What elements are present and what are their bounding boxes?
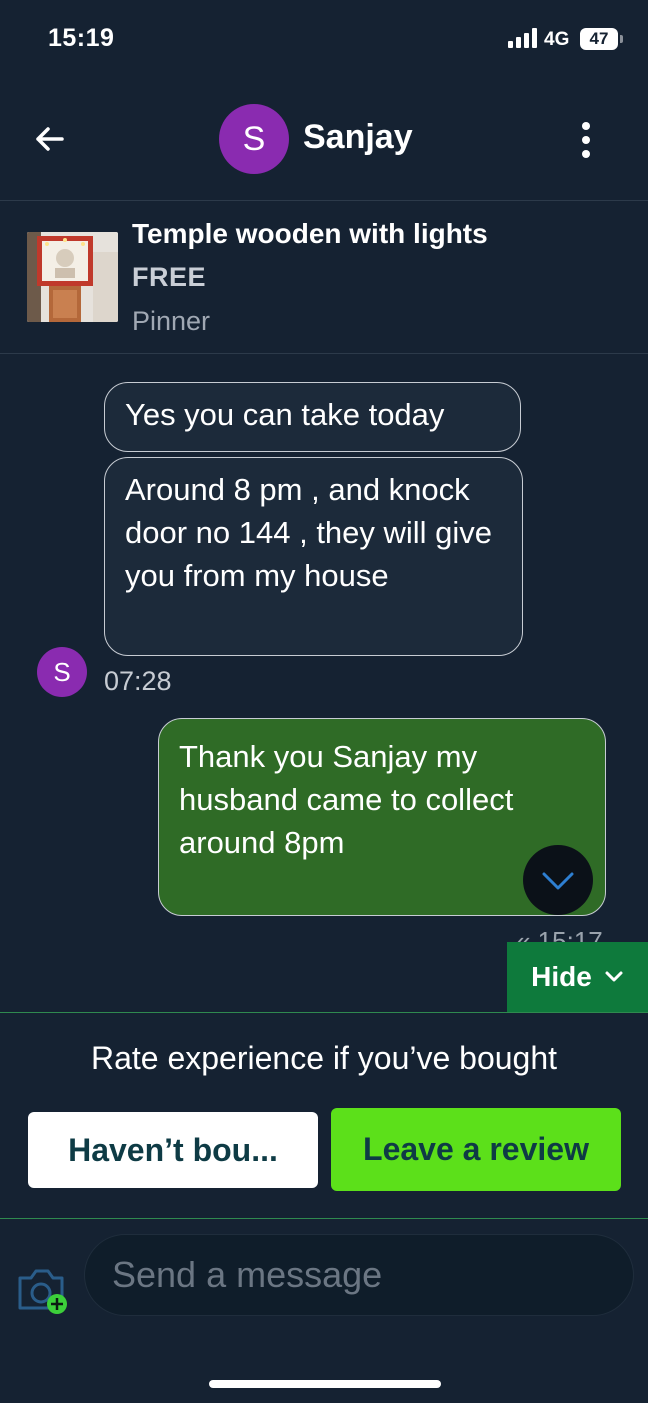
rate-experience-prompt: Rate experience if you’ve bought: [90, 1040, 558, 1076]
listing-divider: [0, 353, 648, 354]
status-time: 15:19: [48, 24, 115, 52]
camera-icon: [18, 1269, 67, 1314]
header-divider: [0, 200, 648, 201]
chevron-down-icon: [542, 872, 574, 890]
more-options-button[interactable]: [572, 120, 600, 160]
contact-avatar[interactable]: S: [219, 104, 289, 174]
hide-label: Hide: [531, 961, 592, 992]
listing-image: [27, 232, 118, 322]
battery-icon: 47: [580, 28, 618, 50]
review-panel-top-border: [0, 1012, 648, 1013]
message-bubble-incoming[interactable]: Yes you can take today: [104, 382, 521, 452]
arrow-left-icon: [36, 127, 64, 151]
message-input[interactable]: [84, 1234, 634, 1316]
listing-title[interactable]: Temple wooden with lights: [132, 218, 488, 250]
message-bubble-incoming[interactable]: Around 8 pm , and knock door no 144 , th…: [104, 457, 523, 656]
signal-icon: [508, 28, 538, 48]
battery-tip: [620, 35, 623, 43]
chevron-down-icon: [605, 971, 623, 982]
message-timestamp: 07:28: [104, 666, 172, 696]
listing-price: FREE: [132, 262, 207, 292]
leave-review-button[interactable]: Leave a review: [331, 1108, 621, 1191]
scroll-down-button[interactable]: [523, 845, 593, 915]
review-panel-bottom-border: [0, 1218, 648, 1219]
sender-avatar[interactable]: S: [37, 647, 87, 697]
camera-button[interactable]: [16, 1264, 72, 1316]
back-button[interactable]: [30, 120, 70, 160]
listing-thumbnail[interactable]: [27, 232, 118, 322]
contact-name[interactable]: Sanjay: [303, 118, 413, 157]
hide-button[interactable]: Hide: [507, 942, 648, 1012]
listing-location: Pinner: [132, 306, 211, 336]
network-type: 4G: [544, 29, 570, 50]
more-vertical-icon: [582, 122, 590, 130]
home-indicator[interactable]: [209, 1380, 441, 1388]
havent-bought-button[interactable]: Haven’t bou...: [28, 1112, 318, 1188]
